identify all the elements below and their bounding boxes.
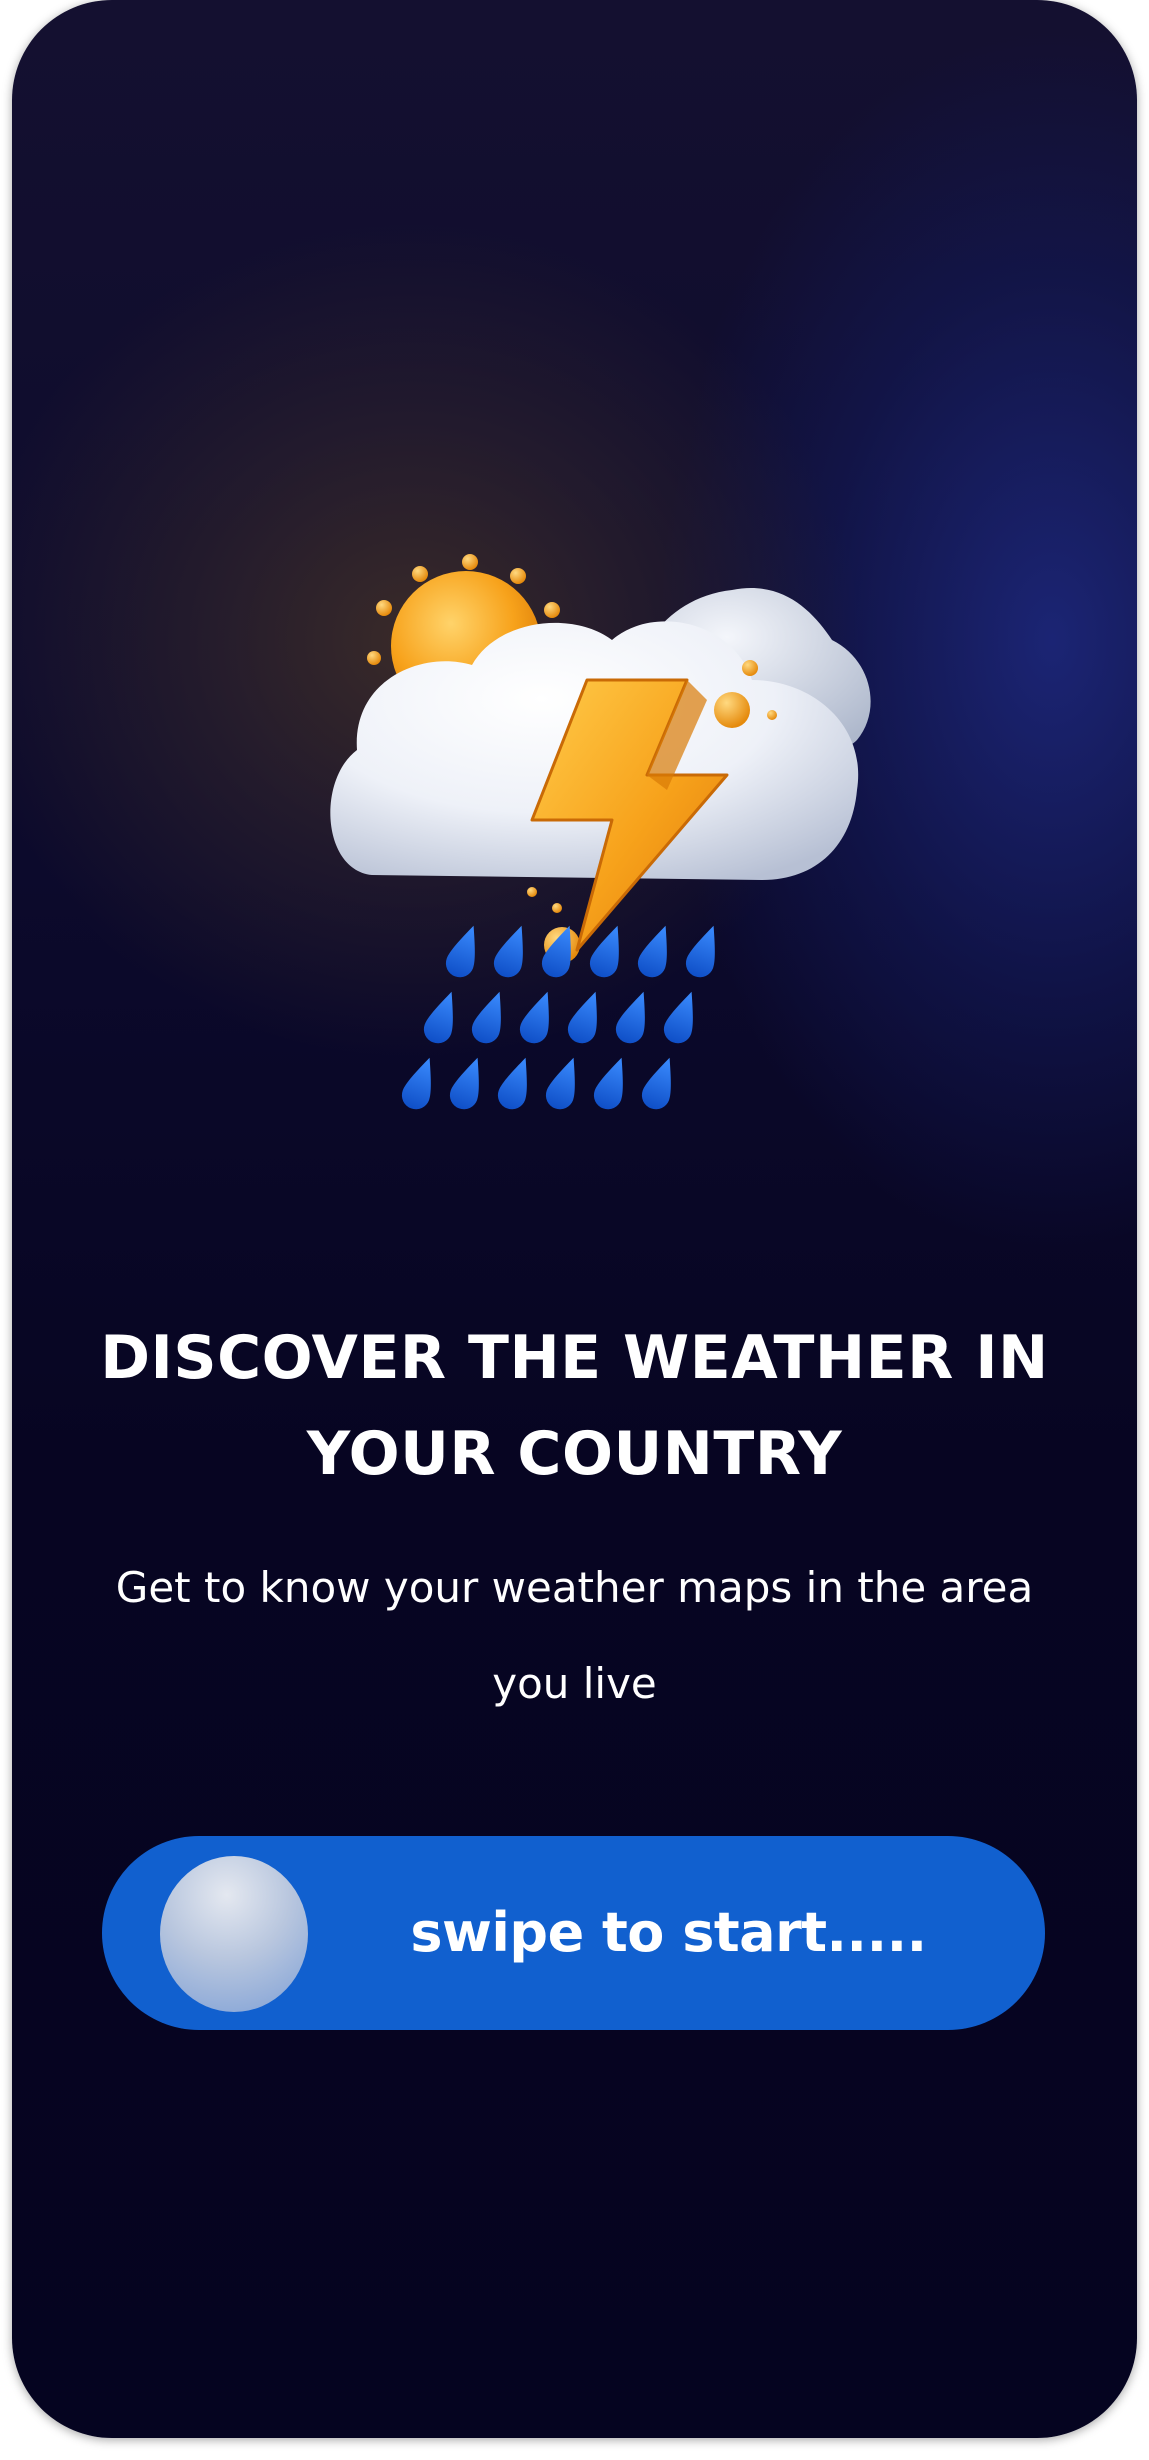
raindrops	[401, 925, 715, 1110]
swipe-to-start-slider[interactable]: swipe to start.....	[102, 1836, 1045, 2030]
phone-screen: DISCOVER THE WEATHER IN YOUR COUNTRY Get…	[12, 0, 1137, 2438]
swipe-handle[interactable]	[160, 1856, 308, 2012]
page-subtitle: Get to know your weather maps in the are…	[115, 1563, 1034, 1708]
page-title: DISCOVER THE WEATHER IN YOUR COUNTRY	[100, 1323, 1049, 1489]
swipe-label: swipe to start.....	[410, 1901, 927, 1964]
thunderstorm-rain-sun-icon	[330, 554, 871, 1110]
